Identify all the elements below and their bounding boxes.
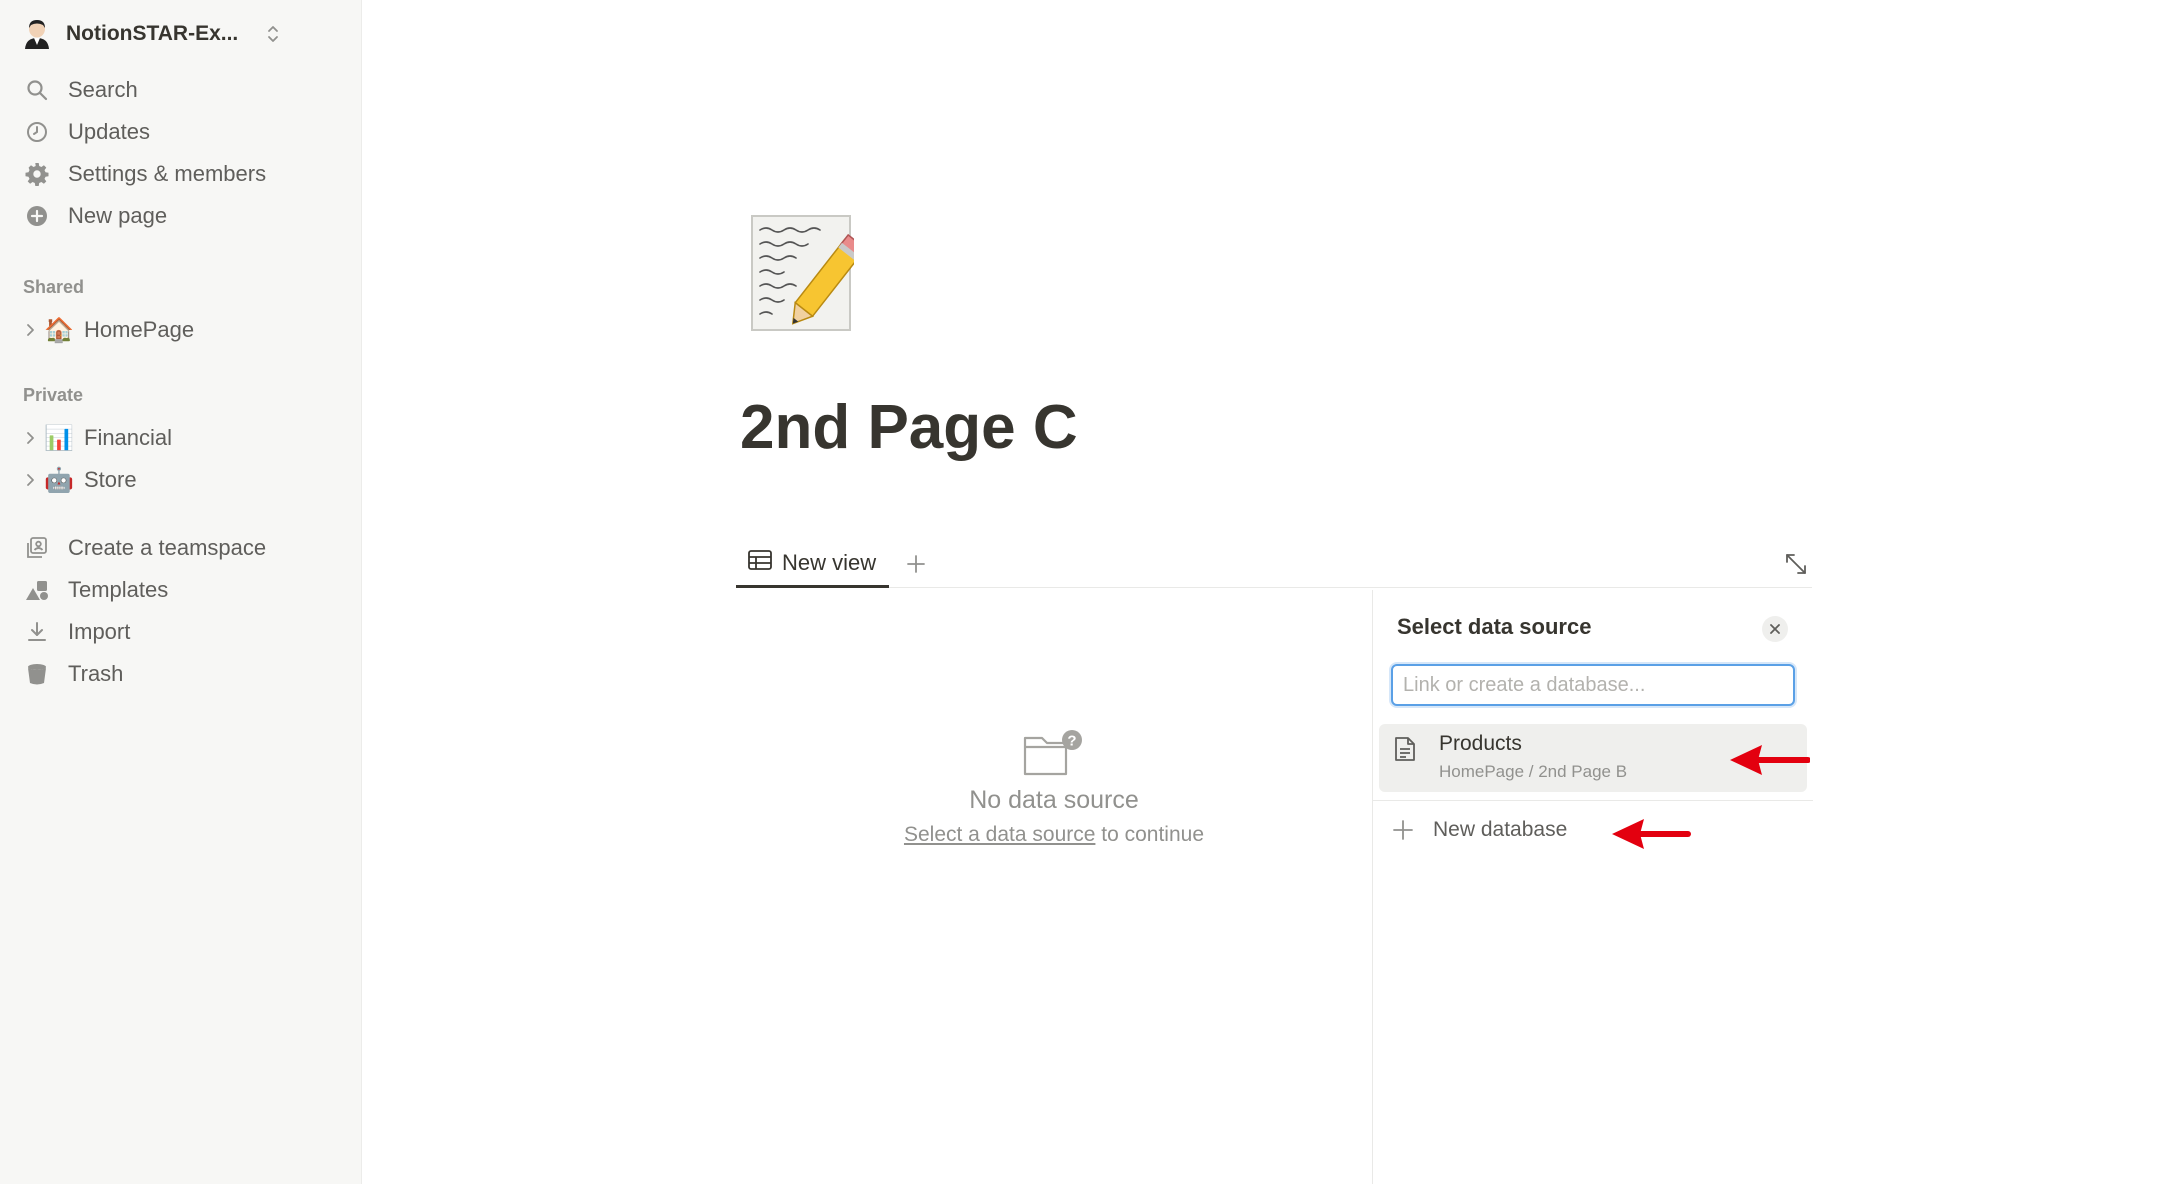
sidebar-item-label: Search	[68, 77, 138, 102]
chevron-right-icon[interactable]	[22, 472, 38, 488]
annotation-arrow-icon	[1612, 819, 1691, 849]
select-data-source-panel: Select data source Products HomePage / 2…	[1372, 590, 1813, 1184]
page-title[interactable]: 2nd Page C	[740, 392, 1078, 463]
sidebar-item-label: Updates	[68, 119, 150, 144]
chevron-right-icon[interactable]	[22, 430, 38, 446]
divider	[1373, 800, 1813, 801]
data-source-name: Products	[1439, 732, 1522, 755]
sidebar-item-label: HomePage	[84, 317, 195, 342]
chevron-right-icon[interactable]	[22, 322, 38, 338]
tab-new-view[interactable]: New view	[736, 540, 889, 588]
empty-state-title: No data source	[969, 786, 1139, 814]
sidebar-item-financial[interactable]: 📊 Financial	[14, 417, 348, 459]
close-icon[interactable]	[1762, 616, 1788, 642]
sidebar: NotionSTAR-Ex... Search Updates Settings…	[0, 0, 362, 1184]
sidebar-item-label: Store	[84, 467, 137, 492]
trash-icon	[24, 661, 50, 687]
table-icon	[748, 550, 772, 575]
empty-state-subtitle: Select a data source to continue	[736, 823, 1372, 847]
data-source-path: HomePage / 2nd Page B	[1439, 762, 1628, 781]
sidebar-item-templates[interactable]: Templates	[14, 569, 348, 611]
section-header-private: Private	[23, 385, 84, 405]
sidebar-item-trash[interactable]: Trash	[14, 653, 348, 695]
tab-label: New view	[782, 549, 877, 575]
sidebar-item-create-teamspace[interactable]: Create a teamspace	[14, 527, 348, 569]
sidebar-item-store[interactable]: 🤖 Store	[14, 459, 348, 501]
chevron-updown-icon	[262, 23, 284, 45]
empty-state-suffix: to continue	[1095, 823, 1205, 846]
panel-title: Select data source	[1397, 614, 1592, 639]
sidebar-item-settings[interactable]: Settings & members	[14, 153, 348, 195]
sidebar-item-new-page[interactable]: New page	[14, 195, 348, 237]
sidebar-item-label: Templates	[68, 577, 169, 602]
expand-icon[interactable]	[1780, 548, 1812, 580]
sidebar-item-label: Trash	[68, 661, 124, 686]
sidebar-item-label: Settings & members	[68, 161, 267, 186]
sidebar-item-label: Import	[68, 619, 131, 644]
plus-circle-icon	[24, 203, 50, 229]
sidebar-item-label: Financial	[84, 425, 173, 450]
gear-icon	[24, 161, 50, 187]
bar-chart-icon: 📊	[44, 424, 74, 452]
database-search-input[interactable]	[1391, 664, 1795, 706]
sidebar-item-updates[interactable]: Updates	[14, 111, 348, 153]
view-tabs-bar: New view	[736, 540, 1812, 588]
sidebar-item-import[interactable]: Import	[14, 611, 348, 653]
workspace-name: NotionSTAR-Ex...	[66, 22, 239, 45]
annotation-arrow-icon	[1730, 745, 1810, 775]
svg-text:?: ?	[1067, 733, 1076, 750]
new-database-label: New database	[1433, 818, 1568, 841]
memo-icon[interactable]	[750, 214, 867, 334]
plus-icon	[1391, 818, 1415, 842]
workspace-avatar	[22, 19, 52, 49]
add-view-button[interactable]	[902, 550, 930, 578]
document-icon	[1393, 736, 1417, 762]
import-icon	[24, 619, 50, 645]
house-icon: 🏠	[44, 316, 74, 344]
workspace-switcher[interactable]: NotionSTAR-Ex...	[22, 14, 322, 54]
folder-question-icon: ?	[1023, 730, 1082, 776]
templates-icon	[24, 577, 50, 603]
robot-icon: 🤖	[44, 466, 74, 494]
sidebar-item-label: New page	[68, 203, 168, 228]
sidebar-item-homepage[interactable]: 🏠 HomePage	[14, 309, 348, 351]
clock-icon	[24, 119, 50, 145]
sidebar-item-search[interactable]: Search	[14, 69, 348, 111]
empty-state: ? No data source Select a data source to…	[736, 728, 1372, 847]
teamspace-icon	[24, 535, 50, 561]
section-header-shared: Shared	[23, 277, 85, 297]
search-icon	[24, 77, 50, 103]
select-data-source-link[interactable]: Select a data source	[904, 823, 1095, 846]
sidebar-item-label: Create a teamspace	[68, 535, 267, 560]
